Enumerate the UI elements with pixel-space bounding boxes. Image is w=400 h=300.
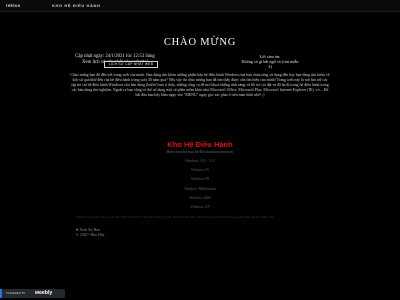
- os-link[interactable]: Windows XP: [0, 203, 400, 212]
- intro-paragraph: Chào mừng bạn đã đến với trang web của m…: [70, 73, 330, 97]
- os-link[interactable]: Windows Millennium: [0, 185, 400, 194]
- page-title: CHÀO MỪNG: [163, 37, 237, 48]
- os-section-subtitle: Bấm chọn thư mục hệ điều hành bạn muốn t…: [166, 150, 234, 154]
- nav-link-os-store[interactable]: KHO HỆ ĐIỀU HÀNH: [52, 3, 101, 8]
- update-history-button[interactable]: LỊCH SỬ CẬP NHẬT WEB: [104, 61, 158, 68]
- thanks-box: Lời cảm ơn: Không có gì bất ngờ cả (còn …: [240, 54, 300, 69]
- os-link[interactable]: Windows 95: [0, 166, 400, 175]
- thanks-note: Không có gì bất ngờ cả (còn miễn :I): [241, 59, 299, 69]
- os-list: Windows 1.01 - 3.11 Windows 95 Windows 9…: [0, 157, 400, 212]
- weebly-badge[interactable]: POWERED BY weebly: [2, 289, 65, 298]
- copyright: © 2020 • Kho Hãy: [76, 233, 105, 237]
- os-link[interactable]: Windows 2000: [0, 194, 400, 203]
- os-section-title: Kho Hệ Điều Hành: [167, 140, 233, 149]
- footer-link[interactable]: ♥ Xem Sự Bảo: [76, 227, 100, 232]
- weebly-logo: weebly: [35, 290, 53, 297]
- site-logo[interactable]: tektos: [6, 3, 20, 8]
- weebly-powered-label: POWERED BY: [6, 292, 26, 295]
- top-bar: tektos KHO HỆ ĐIỀU HÀNH: [0, 0, 400, 12]
- os-link[interactable]: Windows 1.01 - 3.11: [0, 157, 400, 166]
- footer-text: Website này được tạo ra với mục đích lưu…: [76, 215, 275, 219]
- os-link[interactable]: Windows 98: [0, 175, 400, 184]
